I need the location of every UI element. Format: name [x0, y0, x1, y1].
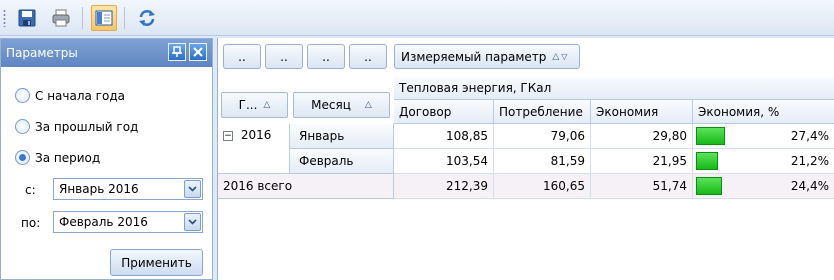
print-button[interactable]: [48, 5, 74, 31]
savings-data-bar: [696, 127, 725, 145]
row-field-label: Месяц: [311, 98, 351, 112]
percent-value: 27,4%: [790, 129, 829, 143]
save-button[interactable]: [14, 5, 40, 31]
toolbar-separator: [124, 7, 125, 29]
radio-label: С начала года: [35, 88, 125, 103]
radio-label: За прошлый год: [35, 119, 139, 134]
close-icon: [193, 47, 203, 57]
column-header-contract[interactable]: Договор: [394, 100, 494, 124]
cell-contract: 103,54: [394, 149, 494, 174]
panel-toggle-icon: [95, 10, 113, 26]
filter-area-button[interactable]: ..: [265, 44, 303, 69]
percent-value: 24,4%: [790, 179, 829, 193]
radio-icon-selected[interactable]: [15, 150, 30, 165]
from-period-select[interactable]: Январь 2016: [53, 178, 203, 200]
row-field-label: Г...: [238, 98, 258, 112]
apply-button[interactable]: Применить: [110, 249, 203, 276]
toolbar-separator: [82, 7, 83, 29]
cell-consumption-total: 160,65: [494, 174, 591, 199]
to-period-value: Февраль 2016: [59, 215, 148, 229]
cell-consumption: 79,06: [494, 124, 591, 149]
print-icon: [52, 9, 70, 27]
measure-parameter-button[interactable]: Измеряемый параметр △ ▽: [394, 44, 580, 69]
sort-ascending-icon: △: [364, 100, 372, 110]
filter-area-button[interactable]: ..: [223, 44, 261, 69]
row-header-january: Январь: [290, 124, 394, 149]
column-header-consumption[interactable]: Потребление: [494, 100, 591, 124]
row-group-year: − 2016: [218, 124, 290, 174]
toolbar: [0, 0, 834, 36]
pin-button[interactable]: [168, 43, 186, 61]
radio-label: За период: [35, 150, 101, 165]
toolbar-grip[interactable]: [3, 9, 6, 27]
sort-ascending-icon: △: [263, 100, 271, 110]
column-group-header: Тепловая энергия, ГКал: [394, 76, 834, 100]
close-button[interactable]: [189, 43, 207, 61]
refresh-icon: [139, 10, 155, 26]
year-label: 2016: [240, 128, 272, 142]
savings-data-bar: [696, 152, 718, 170]
to-period-select[interactable]: Февраль 2016: [53, 211, 203, 233]
row-header-february: Февраль: [290, 149, 394, 174]
row-field-month-button[interactable]: Месяц △: [293, 92, 390, 118]
percent-value: 21,2%: [790, 154, 829, 168]
cell-savings: 29,80: [591, 124, 693, 149]
to-label: по:: [21, 216, 41, 230]
radio-last-year[interactable]: За прошлый год: [15, 119, 138, 134]
cell-consumption: 81,59: [494, 149, 591, 174]
radio-start-of-year[interactable]: С начала года: [15, 88, 125, 103]
refresh-button[interactable]: [134, 5, 160, 31]
radio-period[interactable]: За период: [15, 150, 100, 165]
row-field-year-button[interactable]: Г... △: [221, 92, 288, 118]
collapse-icon[interactable]: −: [223, 130, 233, 141]
filter-area-button[interactable]: ..: [307, 44, 345, 69]
column-header-savings[interactable]: Экономия: [591, 100, 693, 124]
radio-icon[interactable]: [15, 88, 30, 103]
chevron-down-icon[interactable]: [184, 180, 201, 198]
filter-icon[interactable]: ▽: [561, 52, 567, 61]
pin-icon: [172, 46, 182, 57]
filter-area-button[interactable]: ..: [349, 44, 387, 69]
savings-data-bar: [696, 177, 722, 195]
chevron-down-icon[interactable]: [184, 213, 201, 231]
parameters-title: Параметры: [6, 46, 78, 60]
from-label: с:: [25, 183, 36, 197]
cell-contract-total: 212,39: [394, 174, 494, 199]
measure-parameter-label: Измеряемый параметр: [401, 49, 547, 64]
parameters-panel: Параметры С начала года За прошлый год З…: [0, 38, 213, 280]
radio-icon[interactable]: [15, 119, 30, 134]
row-header-total: 2016 всего: [218, 174, 394, 199]
pivot-grid: .. .. .. .. Измеряемый параметр △ ▽ Тепл…: [217, 38, 834, 280]
parameters-panel-header: Параметры: [1, 39, 212, 67]
column-header-savings-percent[interactable]: Экономия, %: [693, 100, 834, 124]
panel-toggle-button[interactable]: [91, 5, 117, 31]
save-icon: [18, 9, 36, 27]
cell-savings: 21,95: [591, 149, 693, 174]
sort-ascending-icon: △: [552, 51, 560, 62]
from-period-value: Январь 2016: [59, 182, 139, 196]
cell-contract: 108,85: [394, 124, 494, 149]
cell-savings-total: 51,74: [591, 174, 693, 199]
